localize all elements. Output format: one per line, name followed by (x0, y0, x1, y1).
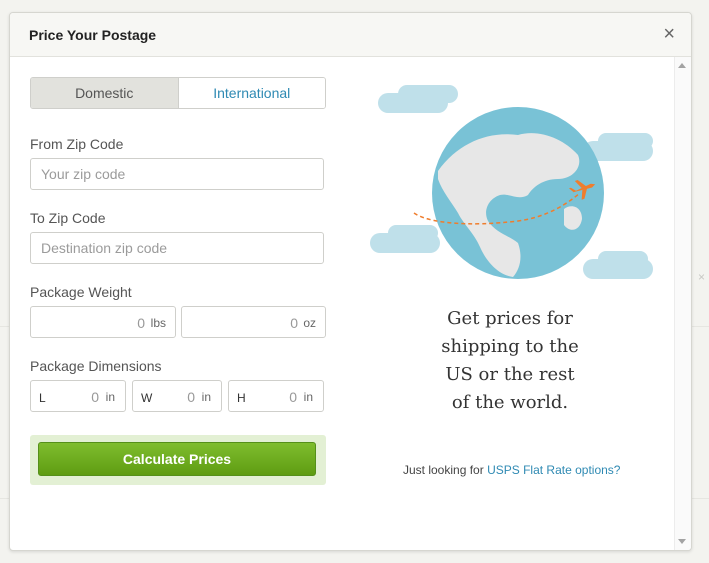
tab-international[interactable]: International (178, 78, 325, 108)
close-icon[interactable]: × (663, 24, 675, 44)
dimensions-label: Package Dimensions (30, 358, 162, 374)
scroll-up-icon[interactable] (678, 63, 686, 68)
price-postage-modal: Price Your Postage × Domestic Internatio… (9, 12, 692, 551)
dimension-length-value: 0 (91, 389, 99, 405)
to-zip-label: To Zip Code (30, 210, 106, 226)
dimension-length-unit: in (105, 390, 115, 404)
dimension-width-unit: in (201, 390, 211, 404)
weight-oz-input[interactable]: 0 oz (181, 306, 326, 338)
cloud-icon (378, 85, 458, 113)
dimension-height-input[interactable]: H 0 in (228, 380, 324, 412)
dimension-height-value: 0 (289, 389, 297, 405)
flat-rate-line: Just looking for USPS Flat Rate options? (403, 463, 620, 477)
cloud-icon (370, 225, 440, 253)
weight-oz-unit: oz (303, 316, 316, 330)
from-zip-label: From Zip Code (30, 136, 124, 152)
dimension-height-letter: H (237, 391, 246, 405)
dimension-width-input[interactable]: W 0 in (132, 380, 222, 412)
tab-domestic[interactable]: Domestic (31, 78, 179, 108)
calculate-prices-button[interactable]: Calculate Prices (38, 442, 316, 476)
dimension-length-input[interactable]: L 0 in (30, 380, 126, 412)
dimension-length-letter: L (39, 391, 46, 405)
globe-illustration (370, 85, 653, 279)
background-close-icon: × (697, 270, 705, 284)
destination-tabs: Domestic International (30, 77, 326, 109)
scrollbar[interactable] (674, 57, 691, 550)
weight-lbs-input[interactable]: 0 lbs (30, 306, 176, 338)
promo-text: Get prices for shipping to the US or the… (441, 308, 579, 413)
scroll-down-icon[interactable] (678, 539, 686, 544)
modal-title: Price Your Postage (29, 27, 157, 43)
flat-rate-prefix: Just looking for (403, 463, 484, 477)
dimension-width-letter: W (141, 391, 153, 405)
weight-lbs-value: 0 (137, 315, 145, 331)
dimension-height-unit: in (303, 390, 313, 404)
weight-oz-value: 0 (290, 315, 298, 331)
to-zip-input[interactable] (30, 232, 324, 264)
cloud-icon (583, 251, 653, 279)
weight-label: Package Weight (30, 284, 132, 300)
calculate-button-container: Calculate Prices (30, 435, 326, 485)
weight-lbs-unit: lbs (150, 316, 166, 330)
dimension-width-value: 0 (187, 389, 195, 405)
flat-rate-link[interactable]: USPS Flat Rate options? (487, 463, 620, 477)
modal-header: Price Your Postage × (10, 13, 691, 57)
from-zip-input[interactable] (30, 158, 324, 190)
